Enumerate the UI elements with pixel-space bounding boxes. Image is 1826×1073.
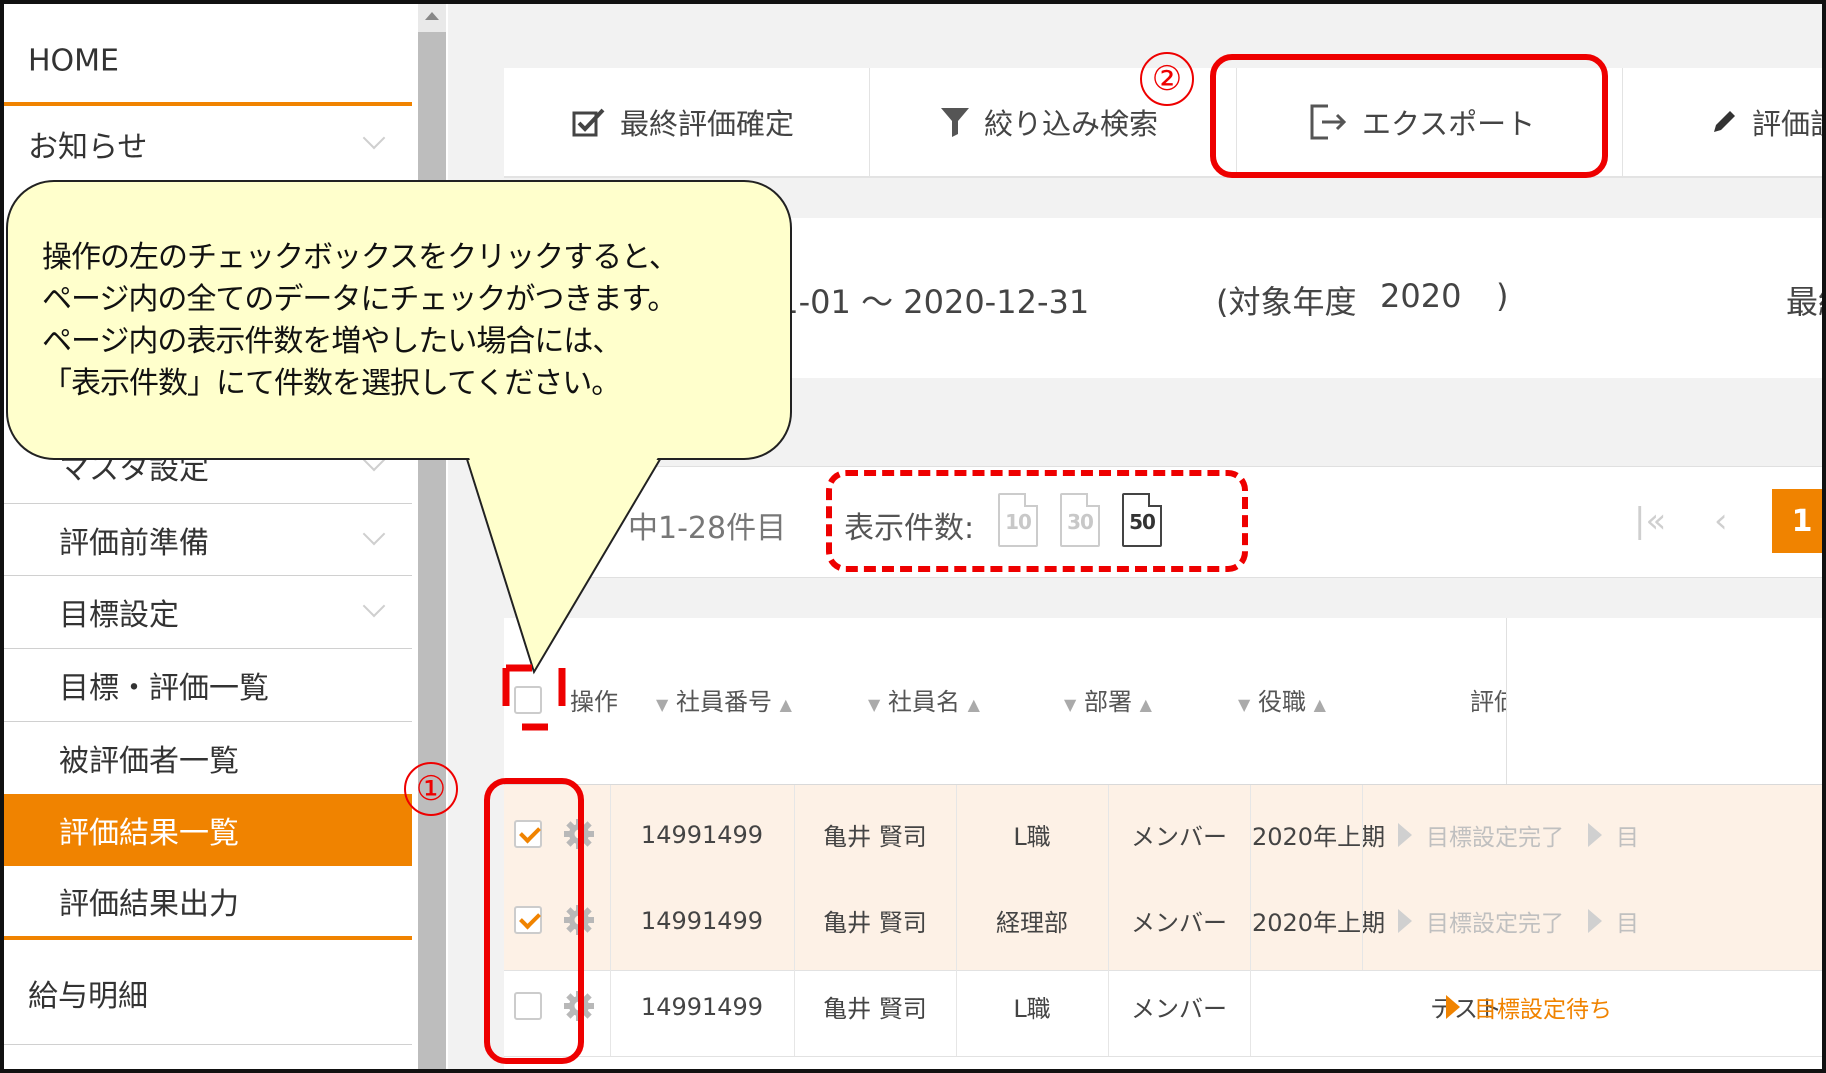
step-1-marker: ① <box>404 762 458 816</box>
select-all-highlight <box>502 664 566 731</box>
step-2-marker: ② <box>1140 52 1194 106</box>
